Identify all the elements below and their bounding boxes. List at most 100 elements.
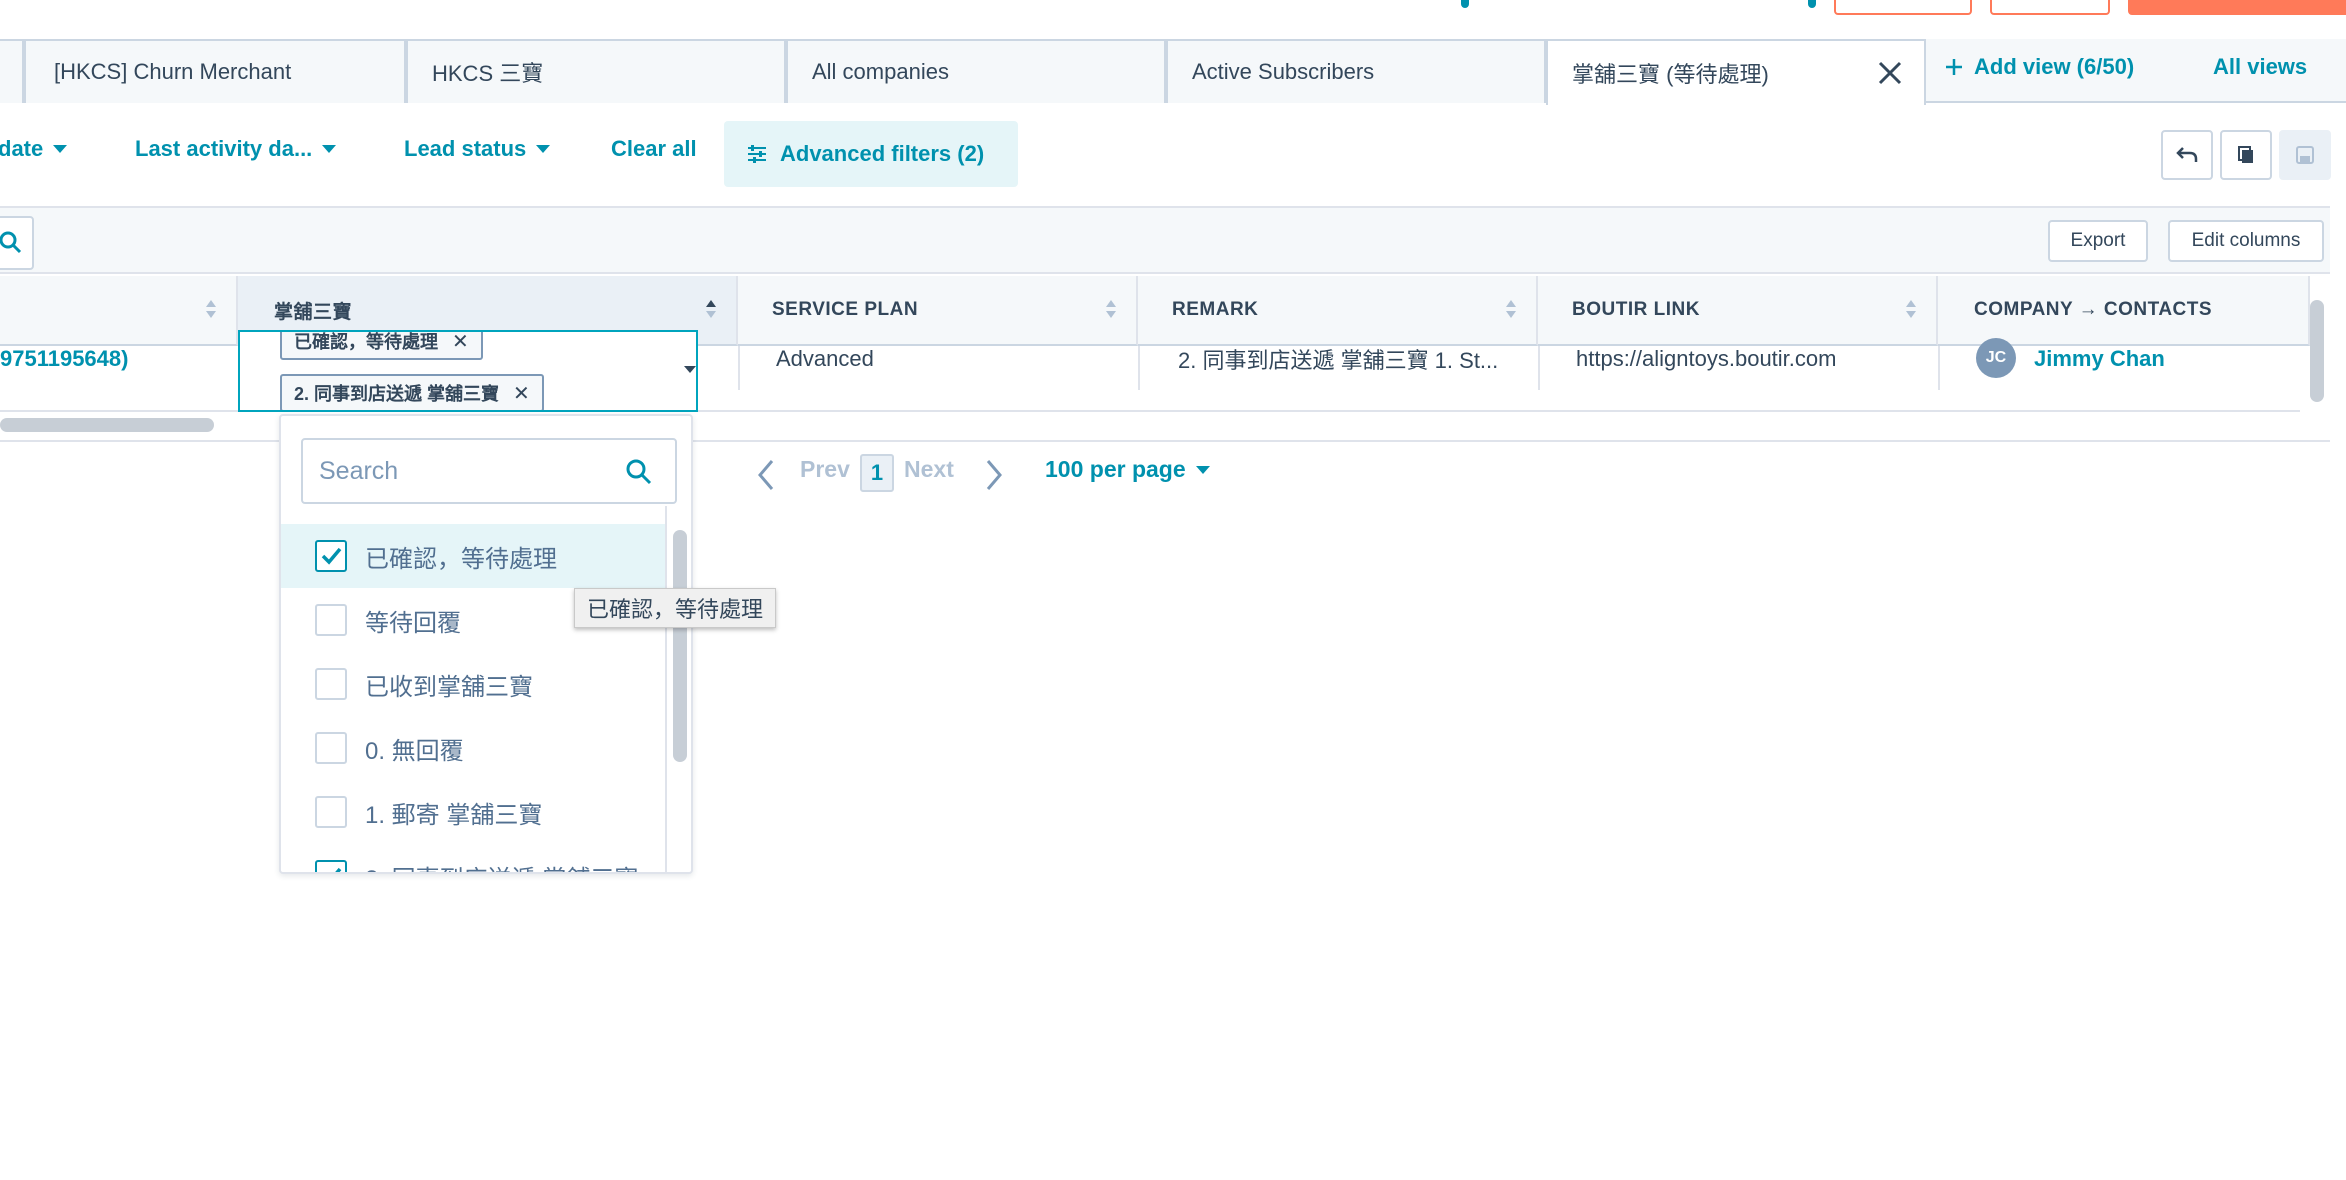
- advanced-filters-button[interactable]: Advanced filters (2): [724, 121, 1018, 187]
- prev-page-button[interactable]: Prev: [800, 456, 850, 483]
- chevron-down-icon[interactable]: [684, 366, 696, 373]
- sanbao-cell-editor[interactable]: 已確認，等待處理 ✕ 2. 同事到店送遞 掌舖三寶 ✕: [238, 330, 698, 412]
- column-divider: [738, 346, 740, 390]
- option-label: 2. 同事到店送遞 掌舖三寶: [365, 859, 638, 873]
- selected-tag: 已確認，等待處理 ✕: [280, 332, 483, 360]
- chevron-down-icon: [536, 145, 551, 153]
- sort-icon: [1506, 300, 1516, 318]
- filter-lead-status[interactable]: Lead status: [404, 136, 551, 162]
- tab-active-subscribers[interactable]: Active Subscribers: [1166, 39, 1546, 103]
- edit-columns-button[interactable]: Edit columns: [2168, 220, 2324, 262]
- option-label: 已確認，等待處理: [365, 545, 557, 573]
- phone-cell[interactable]: 9751195648): [0, 336, 236, 381]
- option-label: 1. 郵寄 掌舖三寶: [365, 801, 543, 829]
- page-number: 1: [870, 460, 884, 485]
- plus-icon: [1946, 59, 1962, 75]
- save-view-button[interactable]: [2279, 130, 2331, 180]
- dropdown-scroll-track: [665, 506, 667, 872]
- add-view-button[interactable]: Add view (6/50): [1944, 54, 2134, 80]
- save-icon: [2296, 146, 2314, 164]
- tab-label: All companies: [812, 59, 949, 84]
- option-label: 已收到掌舖三寶: [365, 673, 533, 701]
- dropdown-option[interactable]: 2. 同事到店送遞 掌舖三寶: [281, 844, 665, 873]
- check-icon: [321, 547, 342, 565]
- undo-icon: [2176, 147, 2198, 162]
- undo-button[interactable]: [2161, 130, 2213, 180]
- all-views-button[interactable]: All views: [2213, 54, 2307, 80]
- export-button[interactable]: Export: [2048, 220, 2148, 262]
- chevron-right-icon[interactable]: [984, 458, 1004, 492]
- close-icon[interactable]: [1876, 59, 1904, 87]
- service-plan-value: Advanced: [776, 345, 874, 371]
- tab-all-companies[interactable]: All companies: [786, 39, 1166, 103]
- option-label: 等待回覆: [365, 609, 461, 637]
- column-divider: [1138, 346, 1140, 390]
- filter-label: date: [0, 136, 44, 161]
- table-vertical-scrollbar[interactable]: [2310, 300, 2324, 402]
- remove-tag-icon[interactable]: ✕: [513, 381, 530, 406]
- column-header-label: 掌舖三寶: [274, 301, 353, 323]
- checkbox[interactable]: [315, 668, 347, 700]
- tab-hkcs-sanbao[interactable]: HKCS 三寶: [406, 39, 786, 103]
- remark-value: 2. 同事到店送遞 掌舖三寶 1. St...: [1178, 347, 1499, 373]
- next-page-button[interactable]: Next: [904, 456, 954, 483]
- copy-icon: [2238, 146, 2253, 163]
- table-toolbar: [0, 206, 2330, 274]
- per-page-dropdown[interactable]: 100 per page: [1045, 456, 1210, 483]
- remark-cell: 2. 同事到店送遞 掌舖三寶 1. St...: [1178, 336, 1518, 381]
- sort-icon: [1106, 300, 1116, 318]
- dropdown-option[interactable]: 已確認，等待處理: [281, 524, 665, 588]
- boutir-link-cell: https://aligntoys.boutir.com: [1576, 336, 1916, 381]
- top-primary-button[interactable]: [2128, 0, 2346, 15]
- top-button[interactable]: [1990, 0, 2110, 15]
- next-label: Next: [904, 456, 954, 482]
- service-plan-cell: Advanced: [776, 336, 1116, 381]
- checkbox-checked[interactable]: [315, 860, 347, 872]
- top-indicator: [1808, 0, 1816, 8]
- sort-icon: [1906, 300, 1916, 318]
- clear-all-button[interactable]: Clear all: [611, 136, 697, 162]
- sliders-icon: [748, 145, 766, 163]
- tab-label: HKCS 三寶: [432, 61, 544, 86]
- tab-label: 掌舖三寶 (等待處理): [1572, 62, 1769, 87]
- page-number-button[interactable]: 1: [860, 454, 894, 492]
- checkbox[interactable]: [315, 604, 347, 636]
- column-header-label: REMARK: [1172, 299, 1259, 320]
- all-views-label: All views: [2213, 54, 2308, 79]
- tab-partial[interactable]: [0, 39, 24, 103]
- phone-link[interactable]: 9751195648): [0, 346, 128, 372]
- dropdown-search-placeholder: Search: [319, 456, 399, 485]
- table-search-input[interactable]: [0, 216, 34, 270]
- dropdown-option[interactable]: 1. 郵寄 掌舖三寶: [281, 780, 665, 844]
- filter-last-activity-date[interactable]: Last activity da...: [135, 136, 337, 162]
- prev-label: Prev: [800, 456, 850, 482]
- clear-all-label: Clear all: [611, 136, 697, 161]
- per-page-label: 100 per page: [1045, 456, 1186, 482]
- dropdown-search-input[interactable]: Search: [301, 438, 677, 504]
- tab-pending-sanbao[interactable]: 掌舖三寶 (等待處理): [1546, 39, 1926, 105]
- edit-columns-label: Edit columns: [2191, 230, 2301, 251]
- checkbox-checked[interactable]: [315, 540, 347, 572]
- dropdown-option[interactable]: 0. 無回覆: [281, 716, 665, 780]
- filter-create-date[interactable]: date: [0, 136, 68, 162]
- chevron-left-icon[interactable]: [756, 458, 776, 492]
- remove-tag-icon[interactable]: ✕: [452, 332, 469, 354]
- tab-hkcs-churn-merchant[interactable]: [HKCS] Churn Merchant: [24, 39, 406, 103]
- top-indicator: [1461, 0, 1469, 8]
- dropdown-option[interactable]: 已收到掌舖三寶: [281, 652, 665, 716]
- contact-link[interactable]: Jimmy Chan: [2034, 346, 2165, 372]
- tab-label: Active Subscribers: [1192, 59, 1375, 84]
- search-icon: [0, 231, 22, 254]
- dropdown-scrollbar[interactable]: [673, 530, 687, 762]
- search-icon: [626, 459, 652, 485]
- clone-button[interactable]: [2220, 130, 2272, 180]
- checkbox[interactable]: [315, 796, 347, 828]
- add-view-label: Add view (6/50): [1974, 54, 2135, 79]
- option-tooltip: 已確認，等待處理: [574, 588, 777, 628]
- top-button[interactable]: [1834, 0, 1972, 15]
- chevron-down-icon: [53, 145, 68, 153]
- column-header-label: SERVICE PLAN: [772, 299, 919, 320]
- table-horizontal-scrollbar[interactable]: [0, 418, 214, 432]
- checkbox[interactable]: [315, 732, 347, 764]
- contact-cell[interactable]: Jimmy Chan: [2034, 336, 2294, 381]
